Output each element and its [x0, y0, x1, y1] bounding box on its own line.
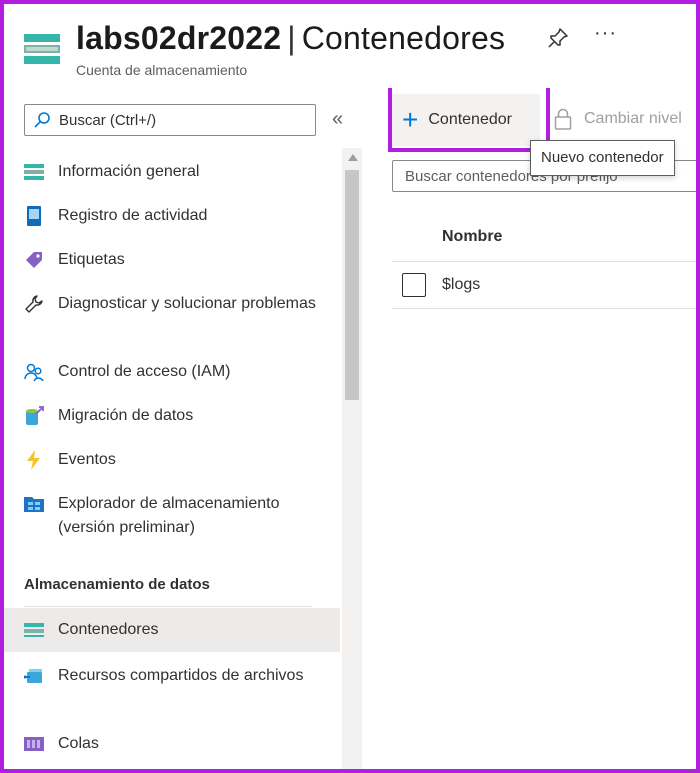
table-row[interactable]: $logs [392, 263, 696, 309]
sidebar-item-label: Registro de actividad [58, 207, 208, 224]
title-separator: | [287, 20, 296, 56]
queues-icon [24, 737, 44, 751]
pin-icon[interactable] [546, 26, 570, 50]
main-content: + Contenedor Cambiar nivel Nuevo contene… [362, 88, 696, 769]
more-options-button[interactable]: ··· [594, 22, 617, 45]
storage-overview-icon [24, 164, 44, 180]
scroll-thumb[interactable] [345, 170, 359, 400]
users-icon [24, 363, 44, 382]
sidebar-item-data-migration[interactable]: Migración de datos [4, 404, 340, 428]
scroll-up-arrow-icon[interactable] [348, 154, 358, 161]
command-bar: + Contenedor Cambiar nivel [362, 88, 696, 152]
data-migration-icon [26, 406, 44, 425]
sidebar-search-input[interactable] [59, 111, 299, 129]
sidebar-item-iam[interactable]: Control de acceso (IAM) [4, 360, 340, 384]
sidebar-item-diagnose[interactable]: Diagnosticar y solucionar problemas [4, 292, 340, 316]
sidebar-item-activity-log[interactable]: Registro de actividad [4, 204, 340, 228]
wrench-icon [25, 295, 43, 313]
storage-account-icon [24, 34, 60, 64]
sidebar-item-queues[interactable]: Colas [4, 732, 340, 756]
section-header-data-storage: Almacenamiento de datos [24, 576, 210, 593]
page-title: labs02dr2022 | Contenedores [76, 18, 505, 58]
sidebar-item-containers[interactable]: Contenedores [4, 608, 340, 652]
section-divider [24, 606, 312, 607]
table-header: Nombre [392, 216, 696, 262]
sidebar-item-label: Migración de datos [58, 407, 194, 424]
file-shares-icon [24, 669, 42, 683]
page-header: labs02dr2022 | Contenedores Cuenta de alma… [4, 4, 696, 88]
storage-explorer-icon [24, 497, 44, 512]
sidebar-item-storage-explorer[interactable]: Explorador de almacenamiento (versión pr… [4, 492, 340, 540]
sidebar-item-label: Contenedores [58, 621, 159, 638]
sidebar-scrollbar[interactable] [342, 148, 362, 769]
container-name-cell[interactable]: $logs [442, 276, 480, 294]
sidebar-item-file-shares[interactable]: Recursos compartidos de archivos [4, 664, 340, 688]
lightning-icon [27, 450, 40, 470]
sidebar-search-box[interactable] [24, 104, 316, 136]
add-container-label: Contenedor [428, 111, 512, 128]
resource-name: labs02dr2022 [76, 20, 282, 56]
resource-type: Cuenta de almacenamiento [76, 62, 248, 78]
activity-log-icon [27, 206, 41, 226]
row-checkbox[interactable] [402, 273, 426, 297]
containers-icon [24, 623, 44, 637]
sidebar-item-overview[interactable]: Información general [4, 160, 340, 184]
sidebar-item-label: Control de acceso (IAM) [58, 363, 231, 380]
add-container-button[interactable]: + Contenedor [392, 94, 540, 146]
column-header-name[interactable]: Nombre [442, 228, 502, 246]
sidebar-item-label: Eventos [58, 451, 116, 468]
change-tier-label: Cambiar nivel [584, 110, 682, 127]
change-tier-button[interactable]: Cambiar nivel [554, 108, 682, 130]
sidebar-item-label: Información general [58, 163, 200, 180]
collapse-sidebar-button[interactable]: « [332, 108, 343, 131]
sidebar-item-label: Recursos compartidos de archivos [58, 667, 304, 684]
new-container-tooltip: Nuevo contenedor [530, 140, 675, 176]
lock-icon [554, 108, 572, 130]
search-icon [34, 112, 50, 128]
sidebar-item-events[interactable]: Eventos [4, 448, 340, 472]
tag-icon [26, 252, 42, 268]
plus-icon: + [402, 104, 419, 135]
sidebar: « Información general Registro de activi… [4, 88, 362, 769]
sidebar-item-label: Etiquetas [58, 251, 125, 268]
sidebar-item-tags[interactable]: Etiquetas [4, 248, 340, 272]
sidebar-item-label: Colas [58, 735, 99, 752]
sidebar-item-label: Diagnosticar y solucionar problemas [58, 295, 316, 312]
section-title: Contenedores [301, 20, 506, 56]
sidebar-item-label: Explorador de almacenamiento (versión pr… [58, 495, 280, 536]
